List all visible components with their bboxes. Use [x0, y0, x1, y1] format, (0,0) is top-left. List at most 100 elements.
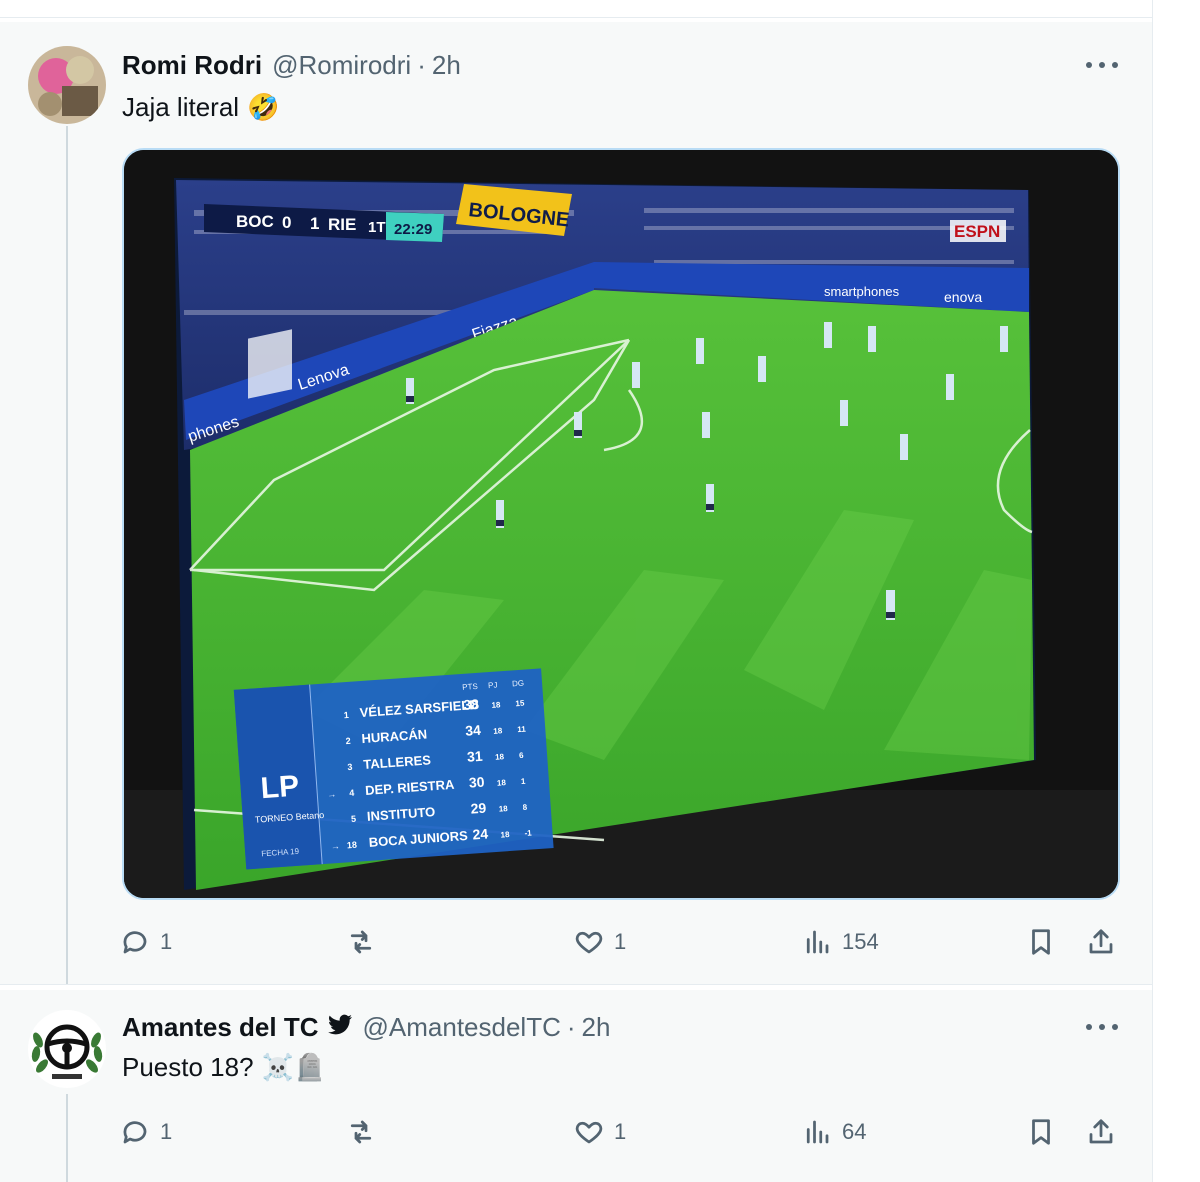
- more-icon-dot: [1086, 62, 1092, 68]
- more-icon-dot: [1099, 1024, 1105, 1030]
- views-icon: [806, 1120, 829, 1144]
- author-handle[interactable]: @AmantesdelTC: [363, 1012, 561, 1043]
- more-icon-dot: [1099, 62, 1105, 68]
- repost-button[interactable]: [346, 1112, 386, 1152]
- score-period: 1T: [368, 219, 386, 236]
- like-count: 1: [614, 1119, 627, 1144]
- reply-icon: [123, 1121, 147, 1144]
- avatar-image: [28, 46, 106, 124]
- more-options-button[interactable]: [1086, 60, 1118, 70]
- share-icon: [1089, 929, 1113, 954]
- views-button[interactable]: 64: [802, 1112, 866, 1152]
- tweet-header: Romi Rodri @Romirodri · 2h: [122, 50, 461, 81]
- avatar[interactable]: [28, 46, 106, 124]
- repost-button[interactable]: [346, 922, 386, 962]
- bookmark-icon: [1032, 929, 1050, 955]
- tweet-actions: 1 1 64: [120, 1112, 1120, 1152]
- row-pj: 18: [495, 752, 505, 762]
- row-pts: 31: [466, 748, 483, 765]
- broadcaster-logo: ESPN: [954, 222, 1000, 241]
- reply-count: 1: [160, 929, 173, 954]
- row-pts: 38: [463, 696, 480, 713]
- heart-icon: [575, 931, 603, 954]
- row-pts: 30: [468, 774, 485, 791]
- tweet[interactable]: Romi Rodri @Romirodri · 2h Jaja literal …: [0, 22, 1152, 1006]
- row-pos: 18: [347, 840, 358, 851]
- more-options-button[interactable]: [1086, 1022, 1118, 1032]
- views-count: 64: [842, 1119, 867, 1144]
- row-pos: 3: [347, 762, 353, 772]
- row-dg: -1: [524, 828, 532, 838]
- col-header: DG: [512, 679, 525, 689]
- thread-line: [66, 126, 68, 1006]
- row-dg: 15: [515, 699, 525, 709]
- like-button[interactable]: 1: [574, 922, 626, 962]
- reply-button[interactable]: 1: [120, 1112, 172, 1152]
- timestamp[interactable]: 2h: [432, 50, 461, 81]
- tweet-text-content: Jaja literal: [122, 92, 240, 122]
- bookmark-button[interactable]: [1026, 922, 1056, 962]
- steering-wheel-icon: [29, 1011, 105, 1087]
- bird-badge-icon: [327, 1014, 352, 1035]
- bookmark-icon: [1032, 1119, 1050, 1145]
- row-pos: 1: [343, 710, 349, 720]
- avatar[interactable]: [28, 1010, 106, 1088]
- standings-table: LP TORNEO Betano FECHA 19 PTS PJ DG 1 VÉ…: [233, 668, 554, 870]
- row-pj: 18: [497, 778, 507, 788]
- col-header: PTS: [462, 682, 478, 692]
- share-button[interactable]: [1086, 922, 1116, 962]
- row-dg: 11: [517, 725, 527, 735]
- row-pj: 18: [493, 726, 503, 736]
- tv-photo: enova smartphones Fiazza phones Lenova B…: [124, 150, 1118, 898]
- tweet-actions: 1 1 154: [120, 922, 1120, 962]
- author-name[interactable]: Amantes del TC: [122, 1012, 319, 1043]
- previous-tweet-edge: [0, 0, 1152, 18]
- author-name[interactable]: Romi Rodri: [122, 50, 262, 81]
- league-logo: LP: [260, 770, 301, 806]
- more-icon-dot: [1086, 1024, 1092, 1030]
- tweet-header: Amantes del TC @AmantesdelTC · 2h: [122, 1012, 610, 1043]
- row-pj: 18: [500, 830, 510, 840]
- tweet[interactable]: Amantes del TC @AmantesdelTC · 2h Puesto…: [0, 990, 1152, 1182]
- score-home: 0: [282, 213, 291, 232]
- emoji-skull-headstone: ☠️🪦: [261, 1052, 327, 1082]
- more-icon-dot: [1112, 62, 1118, 68]
- score-away-team: RIE: [328, 215, 356, 234]
- tweet-media-photo[interactable]: enova smartphones Fiazza phones Lenova B…: [122, 148, 1120, 900]
- timestamp[interactable]: 2h: [582, 1012, 611, 1043]
- emoji-rofl: 🤣: [247, 92, 280, 122]
- thread-line: [66, 1094, 68, 1182]
- row-pos: 4: [349, 788, 355, 798]
- more-icon-dot: [1112, 1024, 1118, 1030]
- ad-text: enova: [944, 289, 982, 305]
- views-button[interactable]: 154: [802, 922, 879, 962]
- reply-count: 1: [160, 1119, 173, 1144]
- repost-icon: [350, 930, 372, 954]
- tweet-text-content: Puesto 18?: [122, 1052, 254, 1082]
- tweet-text: Puesto 18? ☠️🪦: [122, 1052, 326, 1083]
- ad-text: smartphones: [824, 284, 900, 299]
- reply-button[interactable]: 1: [120, 922, 172, 962]
- like-button[interactable]: 1: [574, 1112, 626, 1152]
- separator-dot: ·: [417, 50, 426, 80]
- arrow-icon: →: [327, 789, 337, 800]
- views-icon: [806, 930, 829, 954]
- row-pts: 24: [472, 825, 489, 842]
- like-count: 1: [614, 929, 627, 954]
- col-header: PJ: [488, 680, 498, 690]
- score-clock: 22:29: [394, 221, 432, 238]
- views-count: 154: [842, 929, 879, 954]
- tweet-text: Jaja literal 🤣: [122, 92, 279, 123]
- repost-icon: [350, 1120, 372, 1144]
- score-away: 1: [310, 214, 319, 233]
- arrow-icon: →: [331, 841, 341, 852]
- row-pts: 29: [470, 800, 487, 817]
- row-pos: 5: [351, 814, 357, 824]
- score-home-team: BOC: [236, 212, 274, 231]
- row-pj: 18: [491, 700, 501, 710]
- share-button[interactable]: [1086, 1112, 1116, 1152]
- author-handle[interactable]: @Romirodri: [272, 50, 411, 81]
- row-pos: 2: [345, 736, 351, 746]
- bookmark-button[interactable]: [1026, 1112, 1056, 1152]
- share-icon: [1089, 1119, 1113, 1144]
